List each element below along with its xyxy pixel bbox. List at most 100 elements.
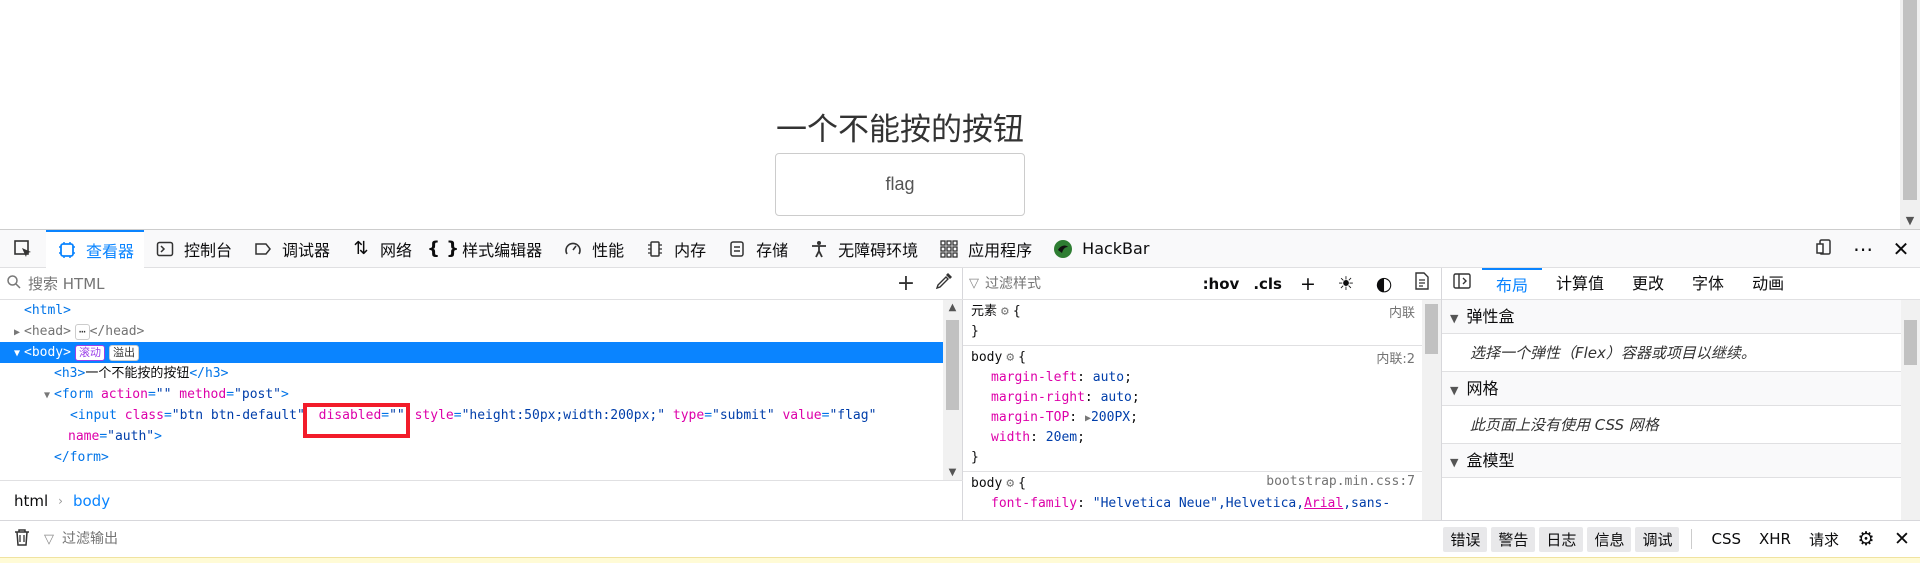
rules-scrollbar-thumb[interactable] bbox=[1425, 304, 1438, 354]
input-val-value[interactable]: "flag" bbox=[829, 408, 876, 423]
tab-animations[interactable]: 动画 bbox=[1738, 268, 1798, 300]
dock-side-icon[interactable] bbox=[1806, 237, 1844, 261]
tree-node-h3[interactable]: <h3>一个不能按的按钮</h3> bbox=[0, 363, 944, 384]
collapse-triangle-icon[interactable]: ▼ bbox=[10, 343, 24, 364]
gear-icon[interactable]: ⚙ bbox=[1006, 350, 1014, 365]
gear-icon[interactable]: ⚙ bbox=[1006, 476, 1014, 491]
more-options-icon[interactable]: ⋯ bbox=[1844, 237, 1882, 261]
print-media-icon[interactable] bbox=[1403, 272, 1441, 295]
declaration[interactable]: margin-left: auto; bbox=[971, 368, 1415, 388]
toggle-sidebar-icon[interactable] bbox=[1442, 273, 1482, 294]
close-console-icon[interactable]: ✕ bbox=[1884, 528, 1920, 550]
tab-performance[interactable]: 性能 bbox=[552, 230, 634, 268]
rule-source[interactable]: bootstrap.min.css:7 bbox=[1266, 474, 1415, 489]
tree-node-input-cont[interactable]: name="auth"> bbox=[0, 426, 944, 447]
close-devtools-icon[interactable]: ✕ bbox=[1882, 237, 1920, 261]
tab-network[interactable]: ⇅ 网络 bbox=[340, 230, 422, 268]
tab-accessibility[interactable]: 无障碍环境 bbox=[798, 230, 928, 268]
head-collapsed-badge[interactable]: ⋯ bbox=[74, 323, 90, 340]
property-name[interactable]: font-family bbox=[991, 496, 1077, 511]
dark-theme-icon[interactable]: ◐ bbox=[1365, 273, 1403, 295]
input-val-type[interactable]: "submit" bbox=[712, 408, 775, 423]
declaration[interactable]: margin-TOP: ▶200PX; bbox=[971, 408, 1415, 428]
filter-logs-button[interactable]: 日志 bbox=[1539, 526, 1584, 552]
flexbox-section-header[interactable]: ▼ 弹性盒 bbox=[1442, 300, 1901, 334]
filter-requests-button[interactable]: 请求 bbox=[1800, 529, 1848, 550]
tab-style-editor[interactable]: { } 样式编辑器 bbox=[422, 230, 552, 268]
layout-scrollbar-thumb[interactable] bbox=[1904, 320, 1917, 365]
tab-hackbar[interactable]: HackBar bbox=[1042, 230, 1159, 268]
chevron-down-icon[interactable]: ▼ bbox=[943, 467, 962, 478]
scroll-badge[interactable]: 滚动 bbox=[74, 344, 105, 361]
tree-node-input[interactable]: <input class="btn btn-default" disabled=… bbox=[0, 405, 944, 426]
tab-application[interactable]: 应用程序 bbox=[928, 230, 1042, 268]
gear-icon[interactable]: ⚙ bbox=[1001, 304, 1009, 319]
light-theme-icon[interactable]: ☀ bbox=[1327, 273, 1365, 295]
input-attr-class[interactable]: class bbox=[125, 408, 164, 423]
filter-output-input[interactable] bbox=[62, 531, 1442, 547]
tree-node-html[interactable]: <html> bbox=[0, 300, 944, 321]
expand-triangle-icon[interactable]: ▶ bbox=[10, 322, 24, 343]
input-val-class[interactable]: "btn btn-default" bbox=[172, 408, 305, 423]
tab-changes[interactable]: 更改 bbox=[1618, 268, 1678, 300]
property-name[interactable]: margin-TOP bbox=[991, 410, 1069, 425]
flag-button[interactable]: flag bbox=[775, 153, 1025, 216]
form-attr-method[interactable]: method bbox=[179, 387, 226, 402]
input-attr-type[interactable]: type bbox=[673, 408, 704, 423]
filter-debug-button[interactable]: 调试 bbox=[1635, 526, 1680, 552]
property-name[interactable]: margin-left bbox=[991, 370, 1077, 385]
tab-fonts[interactable]: 字体 bbox=[1678, 268, 1738, 300]
grid-section-header[interactable]: ▼ 网格 bbox=[1442, 372, 1901, 406]
html-tree-scrollbar-thumb[interactable] bbox=[946, 320, 959, 410]
font-link[interactable]: Arial bbox=[1304, 496, 1343, 511]
rule-source[interactable]: 内联 bbox=[1389, 302, 1415, 321]
property-value[interactable]: 200PX bbox=[1091, 410, 1130, 425]
declaration[interactable]: font-family: "Helvetica Neue",Helvetica,… bbox=[971, 494, 1415, 514]
filter-warnings-button[interactable]: 警告 bbox=[1491, 526, 1536, 552]
tab-storage[interactable]: 存储 bbox=[716, 230, 798, 268]
page-scrollbar-thumb[interactable] bbox=[1903, 0, 1917, 200]
property-value[interactable]: 20em bbox=[1046, 430, 1077, 445]
tab-memory[interactable]: 内存 bbox=[634, 230, 716, 268]
filter-errors-button[interactable]: 错误 bbox=[1443, 526, 1488, 552]
form-val-action[interactable]: "" bbox=[156, 387, 172, 402]
layout-scrollbar[interactable] bbox=[1901, 300, 1920, 520]
tab-debugger[interactable]: 调试器 bbox=[242, 230, 340, 268]
filter-styles-input[interactable] bbox=[985, 275, 1196, 292]
form-val-method[interactable]: "post" bbox=[234, 387, 281, 402]
eyedropper-icon[interactable] bbox=[925, 271, 963, 296]
filter-css-button[interactable]: CSS bbox=[1702, 530, 1750, 548]
tab-inspector[interactable]: 查看器 bbox=[46, 229, 145, 268]
breadcrumb-html[interactable]: html bbox=[14, 492, 48, 510]
input-attr-value[interactable]: value bbox=[782, 408, 821, 423]
property-value[interactable]: auto bbox=[1093, 370, 1124, 385]
chevron-down-icon[interactable]: ▼ bbox=[1900, 214, 1920, 227]
filter-info-button[interactable]: 信息 bbox=[1587, 526, 1632, 552]
box-model-section-header[interactable]: ▼ 盒模型 bbox=[1442, 444, 1901, 478]
html-tree-scrollbar[interactable]: ▲ ▼ bbox=[943, 300, 962, 480]
input-val-name[interactable]: "auth" bbox=[107, 429, 154, 444]
property-value[interactable]: auto bbox=[1101, 390, 1132, 405]
chevron-up-icon[interactable]: ▲ bbox=[943, 302, 962, 313]
tree-node-body[interactable]: ▼ <body> 滚动 溢出 bbox=[0, 342, 944, 363]
tree-node-form-close[interactable]: </form> bbox=[0, 447, 944, 468]
rule-source[interactable]: 内联:2 bbox=[1376, 348, 1415, 367]
input-val-style[interactable]: "height:50px;width:200px;" bbox=[462, 408, 666, 423]
trash-icon[interactable] bbox=[0, 528, 44, 551]
declaration[interactable]: width: 20em; bbox=[971, 428, 1415, 448]
add-rule-icon[interactable]: + bbox=[1289, 273, 1327, 295]
add-node-icon[interactable]: + bbox=[887, 271, 925, 296]
hover-state-toggle[interactable]: :hov bbox=[1196, 275, 1247, 293]
overflow-badge[interactable]: 溢出 bbox=[108, 344, 139, 361]
input-attr-style[interactable]: style bbox=[415, 408, 454, 423]
console-settings-gear-icon[interactable]: ⚙ bbox=[1848, 528, 1884, 550]
class-toggle[interactable]: .cls bbox=[1246, 275, 1289, 293]
property-name[interactable]: margin-right bbox=[991, 390, 1085, 405]
search-html-input[interactable] bbox=[28, 274, 887, 293]
property-value[interactable]: ,sans- bbox=[1343, 496, 1390, 511]
tab-console[interactable]: 控制台 bbox=[144, 230, 242, 268]
filter-xhr-button[interactable]: XHR bbox=[1750, 530, 1800, 548]
tab-computed[interactable]: 计算值 bbox=[1542, 268, 1618, 300]
property-name[interactable]: width bbox=[991, 430, 1030, 445]
element-picker-button[interactable] bbox=[0, 230, 46, 268]
